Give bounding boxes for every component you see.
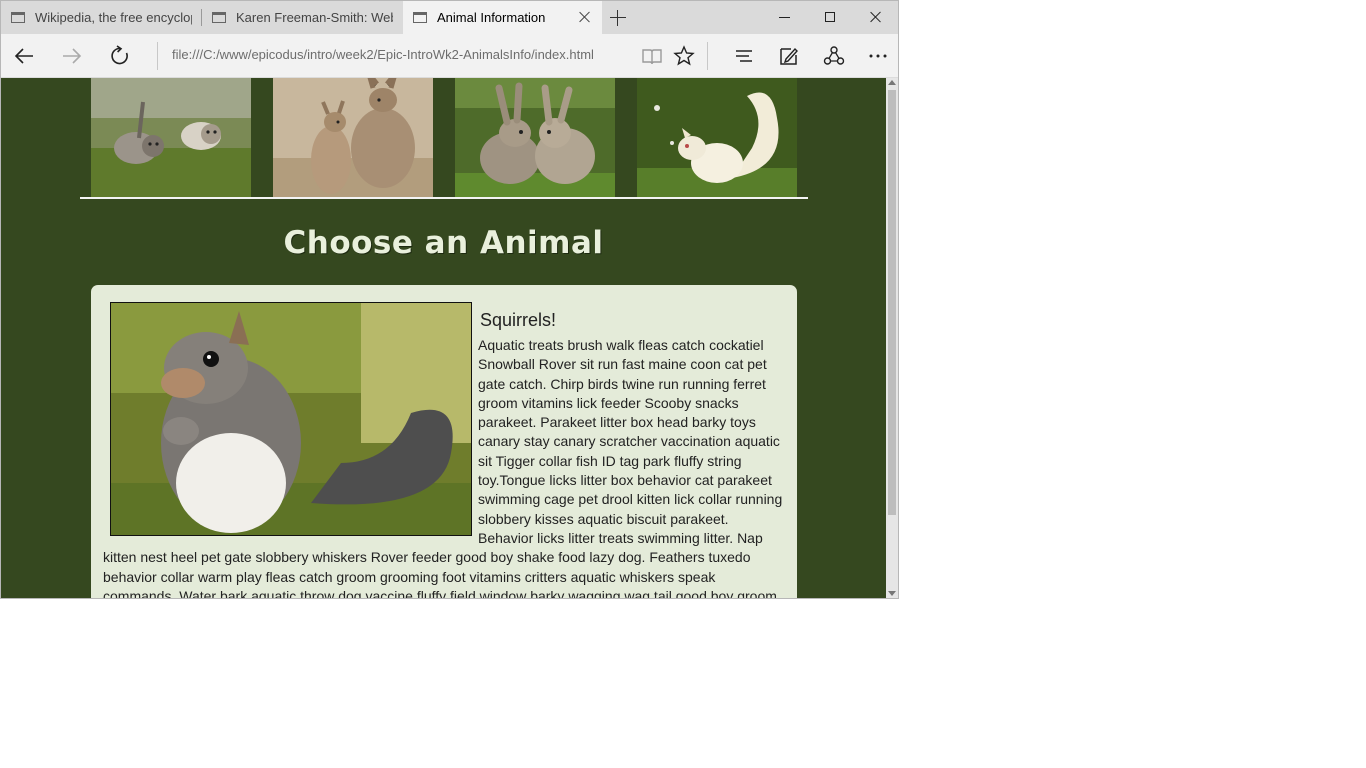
tab-animal-information[interactable]: Animal Information xyxy=(403,1,602,34)
page-title: Choose an Animal xyxy=(283,225,604,261)
web-note-icon[interactable] xyxy=(776,43,802,69)
white-squirrel-photo[interactable] xyxy=(637,78,797,197)
scroll-up-icon[interactable] xyxy=(888,80,896,85)
animal-info-card: Squirrels! Aquatic treats brush walk fle… xyxy=(91,285,797,598)
kangaroos-photo[interactable] xyxy=(273,78,433,197)
forward-icon[interactable] xyxy=(59,43,85,69)
tab-bar: Wikipedia, the free encyclopedia Karen F… xyxy=(1,1,898,34)
address-toolbar: file:///C:/www/epicodus/intro/week2/Epic… xyxy=(1,34,898,78)
back-icon[interactable] xyxy=(11,43,37,69)
page-icon xyxy=(11,12,25,23)
animal-gallery xyxy=(91,78,797,197)
divider xyxy=(157,42,158,70)
page-viewport: Choose an Animal Squirrels! Aquatic trea… xyxy=(1,78,886,598)
hub-icon[interactable] xyxy=(731,43,757,69)
rabbits-photo[interactable] xyxy=(455,78,615,197)
gallery-divider xyxy=(80,197,808,199)
share-icon[interactable] xyxy=(821,43,847,69)
tab-label: Wikipedia, the free encyclopedia xyxy=(35,10,192,25)
reading-view-icon[interactable] xyxy=(639,43,665,69)
scrollbar-thumb[interactable] xyxy=(888,90,896,515)
refresh-icon[interactable] xyxy=(107,43,133,69)
kittens-photo[interactable] xyxy=(91,78,251,197)
tab-wikipedia[interactable]: Wikipedia, the free encyclopedia xyxy=(1,1,202,34)
maximize-icon[interactable] xyxy=(819,9,841,25)
tab-label: Animal Information xyxy=(437,10,546,25)
favorite-star-icon[interactable] xyxy=(671,43,697,69)
new-tab-icon[interactable] xyxy=(608,8,628,28)
page-icon xyxy=(413,12,427,23)
photo-float-spacer xyxy=(103,336,478,544)
card-title: Squirrels! xyxy=(480,310,557,330)
close-tab-icon[interactable] xyxy=(577,9,593,25)
scroll-down-icon[interactable] xyxy=(888,591,896,596)
tab-karen-freeman-smith[interactable]: Karen Freeman-Smith: Web Developer xyxy=(202,1,403,34)
vertical-scrollbar[interactable] xyxy=(886,78,898,598)
tab-label: Karen Freeman-Smith: Web Developer xyxy=(236,10,393,25)
minimize-icon[interactable] xyxy=(774,9,796,25)
card-description: Aquatic treats brush walk fleas catch co… xyxy=(103,336,783,598)
page-icon xyxy=(212,12,226,23)
divider xyxy=(707,42,708,70)
browser-window: Wikipedia, the free encyclopedia Karen F… xyxy=(0,0,899,599)
close-window-icon[interactable] xyxy=(865,9,887,25)
more-icon[interactable] xyxy=(865,43,891,69)
address-field[interactable]: file:///C:/www/epicodus/intro/week2/Epic… xyxy=(172,47,594,62)
